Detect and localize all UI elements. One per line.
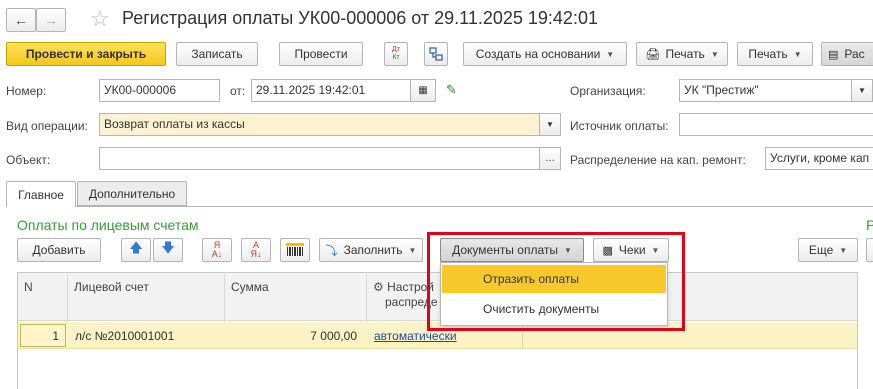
post-button[interactable]: Провести [279,42,363,66]
more-button[interactable]: Еще ▼ [798,238,858,262]
save-button[interactable]: Записать [176,42,258,66]
print-label: Печать [748,47,788,61]
column-header-sum[interactable]: Сумма [225,274,367,322]
sort-desc-icon: А Я↓ [250,240,262,259]
structure-icon [429,47,443,61]
tab-additional-label: Дополнительно [88,186,176,201]
barcode-icon [286,243,304,256]
more-label: Еще [808,243,834,257]
distribution-report-label: Рас [844,47,865,61]
distribution-mode-link[interactable]: автоматически [374,329,457,343]
sort-desc-button[interactable]: А Я↓ [241,238,271,262]
fill-button[interactable]: ⤵ Заполнить ▼ [319,238,423,262]
chevron-down-icon: ▼ [858,86,866,95]
back-button[interactable]: ← [6,8,36,32]
print-button[interactable]: Печать ▼ [737,42,813,66]
object-label: Объект: [6,153,51,167]
chevron-down-icon: ▼ [546,120,554,129]
tab-main[interactable]: Главное [6,181,76,207]
operation-label: Вид операции: [6,119,88,133]
star-icon[interactable]: ☆ [90,6,110,32]
ellipsis-icon: … [545,153,555,164]
distribution-field[interactable]: Услуги, кроме кап [765,147,873,170]
chevron-down-icon: ▼ [710,49,719,59]
page-title: Регистрация оплаты УК00-000006 от 29.11.… [122,8,598,28]
print-icon-label: Печать [665,47,705,61]
operation-field[interactable]: Возврат оплаты из кассы [99,113,540,136]
fill-label: Заполнить [343,243,403,257]
calendar-icon: ▦ [418,85,428,96]
date-field[interactable]: 29.11.2025 19:42:01 [251,79,411,102]
tab-divider [76,206,873,207]
column-header-n[interactable]: N [18,274,68,322]
chevron-down-icon: ▼ [606,49,615,59]
create-based-label: Создать на основании [475,47,601,61]
arrow-down-icon: 🡇 [161,240,175,255]
sort-asc-icon: Я А↓ [211,240,223,259]
move-up-button[interactable]: 🡅 [121,238,151,262]
number-label: Номер: [6,84,47,98]
create-based-button[interactable]: Создать на основании ▼ [463,42,627,66]
right-section-letter: Р [866,217,873,233]
back-arrow-icon: ← [14,12,28,28]
arrow-up-icon: 🡅 [129,240,143,255]
move-down-button[interactable]: 🡇 [153,238,183,262]
distribution-report-button[interactable]: ▤ Рас [821,42,873,66]
gear-icon: ⚙ [373,280,384,294]
printer-icon: 🖨 [645,47,661,61]
dt-kt-icon: Дт Кт [392,46,400,61]
add-button[interactable]: Добавить [17,238,101,262]
payment-source-field[interactable] [679,113,873,136]
date-label: от: [230,84,246,98]
object-select-button[interactable]: … [539,147,561,170]
dt-kt-button[interactable]: Дт Кт [384,42,408,66]
forward-arrow-icon: → [44,12,58,28]
sort-asc-button[interactable]: Я А↓ [202,238,232,262]
column-header-account[interactable]: Лицевой счет [68,274,225,322]
organization-field[interactable]: УК "Престиж" [679,79,869,102]
chevron-down-icon: ▼ [408,245,417,255]
object-field[interactable] [99,147,540,170]
structure-button[interactable] [424,42,448,66]
section-title: Оплаты по лицевым счетам [17,217,199,233]
print-icon-button[interactable]: 🖨 Печать ▼ [636,42,728,66]
forward-button[interactable]: → [36,8,66,32]
organization-label: Организация: [570,84,646,98]
fill-arrow-icon: ⤵ [325,243,338,258]
tab-main-label: Главное [18,187,64,202]
distribution-label: Распределение на кап. ремонт: [570,153,746,167]
organization-dropdown[interactable]: ▼ [851,79,873,102]
account-cell[interactable]: л/с №2010001001 [75,329,174,343]
chevron-down-icon: ▼ [793,49,802,59]
calendar-button[interactable]: ▦ [410,79,436,102]
number-field[interactable]: УК00-000006 [99,79,220,102]
right-panel-button[interactable] [866,238,873,262]
report-icon: ▤ [828,48,839,61]
operation-dropdown[interactable]: ▼ [539,113,561,136]
post-and-close-button[interactable]: Провести и закрыть [6,42,166,66]
barcode-button[interactable] [280,238,310,262]
tab-additional[interactable]: Дополнительно [77,181,187,206]
sum-cell[interactable]: 7 000,00 [225,329,357,343]
highlight-frame [427,232,685,331]
chevron-down-icon: ▼ [839,245,848,255]
checked-doc-icon[interactable]: ✎ [446,82,457,98]
row-number: 1 [52,329,59,343]
row-number-cell[interactable]: 1 [20,324,66,347]
payment-source-label: Источник оплаты: [570,119,669,133]
